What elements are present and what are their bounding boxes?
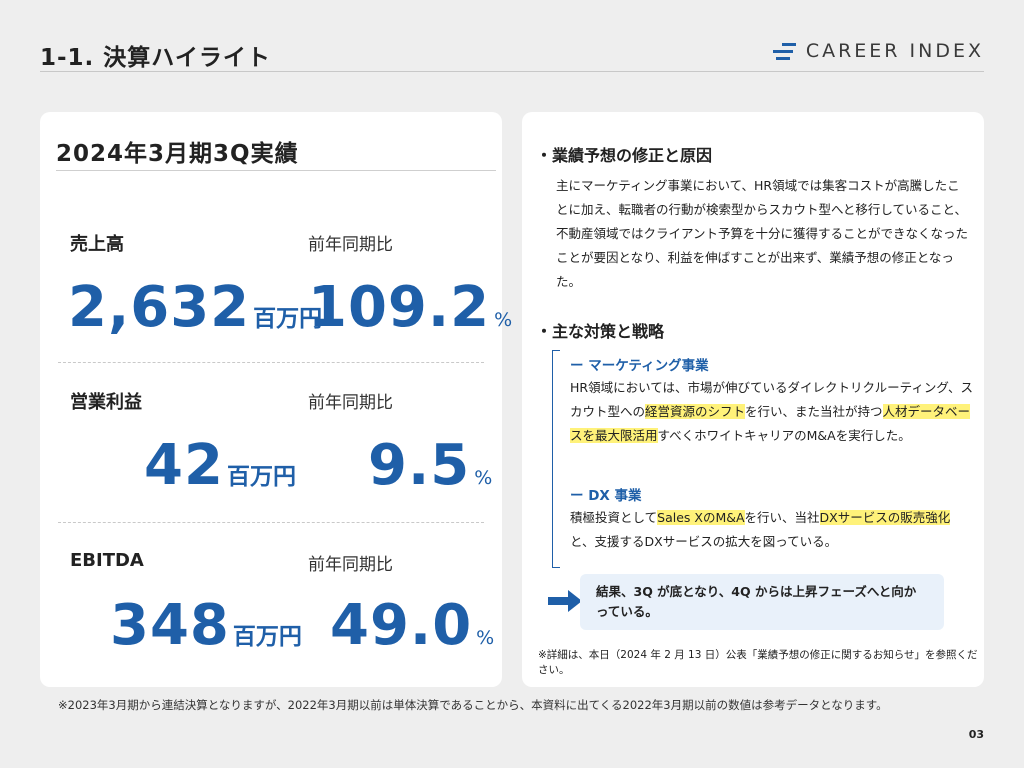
value-number: 2,632 (68, 275, 251, 340)
measures-heading: ・主な対策と戦略 (536, 322, 665, 341)
value-unit: 百万円 (226, 464, 296, 490)
highlight-text: 経営資源のシフト (645, 404, 746, 419)
period-divider (56, 170, 496, 171)
metric-divider (58, 362, 484, 363)
header-divider (40, 71, 984, 72)
result-callout: 結果、3Q が底となり、4Q からは上昇フェーズへと向かっている。 (580, 574, 944, 630)
metric-value: 348 百万円 (110, 598, 302, 654)
text-segment: を行い、当社 (744, 510, 820, 525)
highlight-text: Sales XのM&A (657, 510, 745, 525)
yoy-unit: % (476, 627, 496, 649)
arrow-right-icon (548, 590, 582, 612)
logo-text: CAREER INDEX (805, 40, 984, 62)
text-segment: 積極投資として (570, 510, 658, 525)
revision-heading: ・業績予想の修正と原因 (536, 146, 713, 165)
dx-body: 積極投資としてSales XのM&Aを行い、当社DXサービスの販売強化と、支援す… (570, 506, 974, 554)
marketing-heading: ー マーケティング事業 (570, 358, 709, 374)
yoy-label: 前年同期比 (308, 235, 393, 255)
yoy-label: 前年同期比 (308, 393, 393, 413)
yoy-number: 9.5 (368, 433, 471, 498)
yoy-unit: % (474, 467, 494, 489)
details-note: ※詳細は、本日（2024 年 2 月 13 日）公表「業績予想の修正に関するお知… (538, 649, 978, 676)
yoy-value: 109.2% (308, 280, 513, 336)
dx-heading: ー DX 事業 (570, 488, 642, 504)
measures-bracket (552, 350, 560, 568)
yoy-value: 49.0% (330, 598, 495, 654)
period-title: 2024年3月期3Q実績 (56, 141, 299, 167)
value-number: 348 (110, 593, 230, 658)
commentary-card: ・業績予想の修正と原因 主にマーケティング事業において、HR領域では集客コストが… (522, 112, 984, 687)
yoy-label: 前年同期比 (308, 555, 393, 575)
metric-label: 営業利益 (70, 392, 142, 413)
metric-label: 売上高 (70, 234, 124, 255)
metric-value: 2,632 百万円 (68, 280, 322, 336)
revision-body: 主にマーケティング事業において、HR領域では集客コストが高騰したことに加え、転職… (556, 178, 969, 289)
page-number: 03 (968, 728, 984, 741)
logo-icon (770, 41, 796, 61)
metric-divider (58, 522, 484, 523)
page-title: 1-1. 決算ハイライト (40, 45, 271, 71)
value-unit: 百万円 (232, 624, 302, 650)
value-number: 42 (144, 433, 224, 498)
highlight-text: DXサービスの販売強化 (819, 510, 951, 525)
metric-label: EBITDA (70, 550, 144, 571)
text-segment: と、支援するDXサービスの拡大を図っている。 (570, 534, 838, 549)
company-logo: CAREER INDEX (770, 40, 984, 62)
metric-value: 42 百万円 (144, 438, 296, 494)
footnote: ※2023年3月期から連結決算となりますが、2022年3月期以前は単体決算である… (58, 698, 888, 712)
results-card: 2024年3月期3Q実績 売上高 前年同期比 2,632 百万円 109.2% 営… (40, 112, 512, 687)
yoy-number: 109.2 (308, 275, 491, 340)
yoy-number: 49.0 (330, 593, 473, 658)
marketing-body: HR領域においては、市場が伸びているダイレクトリクルーティング、スカウト型への経… (570, 376, 974, 448)
text-segment: すべくホワイトキャリアのM&Aを実行した。 (657, 428, 911, 443)
yoy-unit: % (494, 309, 514, 331)
yoy-value: 9.5% (368, 438, 493, 494)
text-segment: を行い、また当社が持つ (745, 404, 883, 419)
